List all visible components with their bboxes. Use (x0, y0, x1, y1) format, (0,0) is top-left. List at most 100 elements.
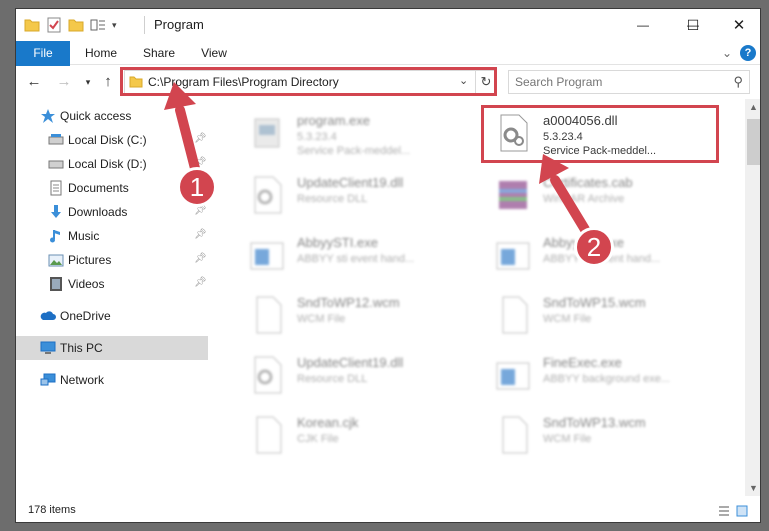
title-separator (144, 16, 145, 34)
pin-icon[interactable]: 📌︎ (194, 253, 207, 264)
tab-home[interactable]: Home (78, 41, 124, 65)
expand-ribbon-icon[interactable]: ⌄ (722, 46, 732, 60)
pictures-icon (48, 252, 64, 268)
sidebar-item-onedrive[interactable]: OneDrive (16, 304, 208, 328)
file-item[interactable]: SndToWP15.wcm WCM File (481, 287, 721, 343)
blank-file-icon (247, 295, 287, 335)
file-name: SndToWP13.wcm (543, 415, 646, 430)
file-item[interactable]: FineExec.exe ABBYY background exe... (481, 347, 721, 403)
forward-arrow-icon[interactable]: → (54, 72, 74, 92)
sidebar-item-label: Videos (68, 277, 105, 291)
up-arrow-icon[interactable]: ↑ (98, 72, 118, 92)
search-input[interactable] (515, 74, 715, 90)
file-item[interactable]: AbbyySTI.exe ABBYY sti event hand... (235, 227, 475, 283)
app-window-icon (247, 235, 287, 275)
quick-access-toolbar: ▾ (24, 17, 117, 33)
sidebar-item-label: Downloads (68, 205, 128, 219)
file-detail: WCM File (543, 433, 592, 445)
search-box[interactable]: ⚲ (508, 70, 750, 94)
documents-icon (48, 180, 64, 196)
ribbon-tabs: File Home Share View ⌄ ? (16, 41, 760, 97)
file-name: SndToWP12.wcm (297, 295, 400, 310)
file-detail: Service Pack-meddel... (297, 145, 411, 157)
file-item[interactable]: UpdateClient19.dll Resource DLL (235, 167, 475, 223)
new-folder-icon[interactable] (68, 17, 84, 33)
dll-gear-icon (247, 355, 287, 395)
scroll-thumb[interactable] (747, 119, 760, 165)
close-window-button[interactable]: ✕ (716, 9, 760, 41)
sidebar-item-downloads[interactable]: Downloads 📌︎ (16, 200, 208, 224)
tab-view[interactable]: View (194, 41, 234, 65)
sidebar-item-music[interactable]: Music 📌︎ (16, 224, 208, 248)
file-item[interactable]: SndToWP12.wcm WCM File (235, 287, 475, 343)
file-item[interactable]: SndToWP13.wcm WCM File (481, 407, 721, 463)
properties-check-icon[interactable] (46, 17, 62, 33)
minimize-window-button[interactable]: — (620, 9, 666, 41)
vertical-scrollbar[interactable]: ▲ ▼ (745, 99, 760, 496)
file-item[interactable]: UpdateClient19.dll Resource DLL (235, 347, 475, 403)
network-icon (40, 372, 56, 388)
customize-view-icon[interactable] (90, 17, 106, 33)
sidebar-item-label: OneDrive (60, 309, 111, 323)
qat-dropdown-icon[interactable]: ▾ (112, 20, 117, 31)
sidebar-item-network[interactable]: Network (16, 368, 208, 392)
maximize-icon: ☐ (686, 16, 700, 33)
file-detail: WCM File (543, 313, 592, 325)
file-detail: WCM File (297, 313, 346, 325)
cloud-icon (40, 308, 56, 324)
recent-locations-icon[interactable]: ▾ (78, 72, 98, 92)
step-badge-1: 1 (177, 167, 217, 207)
window-title: Program (154, 17, 204, 32)
help-icon[interactable]: ? (740, 45, 756, 61)
large-icons-view-icon[interactable] (736, 505, 748, 517)
sidebar-item-label: Music (68, 229, 100, 243)
sidebar-item-label: This PC (60, 341, 103, 355)
sidebar-item-label: Quick access (60, 109, 132, 123)
file-detail: Resource DLL (297, 373, 368, 385)
maximize-window-button[interactable]: ☐ (670, 9, 716, 41)
exe-icon (247, 113, 287, 153)
item-count: 178 items (28, 504, 76, 516)
winrar-icon (493, 175, 533, 215)
file-item[interactable]: program.exe 5.3.23.4 Service Pack-meddel… (235, 105, 475, 161)
scroll-up-icon[interactable]: ▲ (749, 102, 758, 112)
drive-icon (48, 156, 64, 172)
file-name: program.exe (297, 113, 370, 128)
blank-file-icon (493, 295, 533, 335)
sidebar-item-label: Network (60, 373, 105, 387)
blank-file-icon (247, 415, 287, 455)
folder-icon (24, 17, 40, 33)
scroll-down-icon[interactable]: ▼ (749, 483, 758, 493)
drive-icon (48, 132, 64, 148)
file-name: AbbyySTI.exe (297, 235, 378, 250)
computer-icon (40, 340, 56, 356)
pin-icon[interactable]: 📌︎ (194, 229, 207, 240)
sidebar-item-pictures[interactable]: Pictures 📌︎ (16, 248, 208, 272)
file-item[interactable]: Korean.cjk CJK File (235, 407, 475, 463)
sidebar-item-label: Local Disk (C:) (68, 133, 147, 147)
file-name: UpdateClient19.dll (297, 175, 404, 190)
close-icon: ✕ (732, 17, 746, 34)
file-detail: ABBYY background exe... (543, 373, 670, 385)
sidebar-item-videos[interactable]: Videos 📌︎ (16, 272, 208, 296)
sidebar-item-label: Documents (68, 181, 129, 195)
file-name: SndToWP15.wcm (543, 295, 646, 310)
pin-icon[interactable]: 📌︎ (194, 277, 207, 288)
status-bar: 178 items (16, 496, 760, 522)
details-view-icon[interactable] (718, 505, 730, 517)
file-detail: CJK File (297, 433, 339, 445)
sidebar-item-label: Local Disk (D:) (68, 157, 147, 171)
download-arrow-icon (48, 204, 64, 220)
tab-share[interactable]: Share (136, 41, 182, 65)
back-arrow-icon[interactable]: ← (24, 72, 44, 92)
sidebar-item-label: Pictures (68, 253, 112, 267)
file-name: UpdateClient19.dll (297, 355, 404, 370)
music-note-icon (48, 228, 64, 244)
star-icon (40, 108, 56, 124)
sidebar-item-this-pc[interactable]: This PC (16, 336, 208, 360)
file-detail: Resource DLL (297, 193, 368, 205)
app-window-icon (493, 235, 533, 275)
file-name: Korean.cjk (297, 415, 359, 430)
blank-file-icon (493, 415, 533, 455)
search-icon[interactable]: ⚲ (733, 74, 743, 90)
